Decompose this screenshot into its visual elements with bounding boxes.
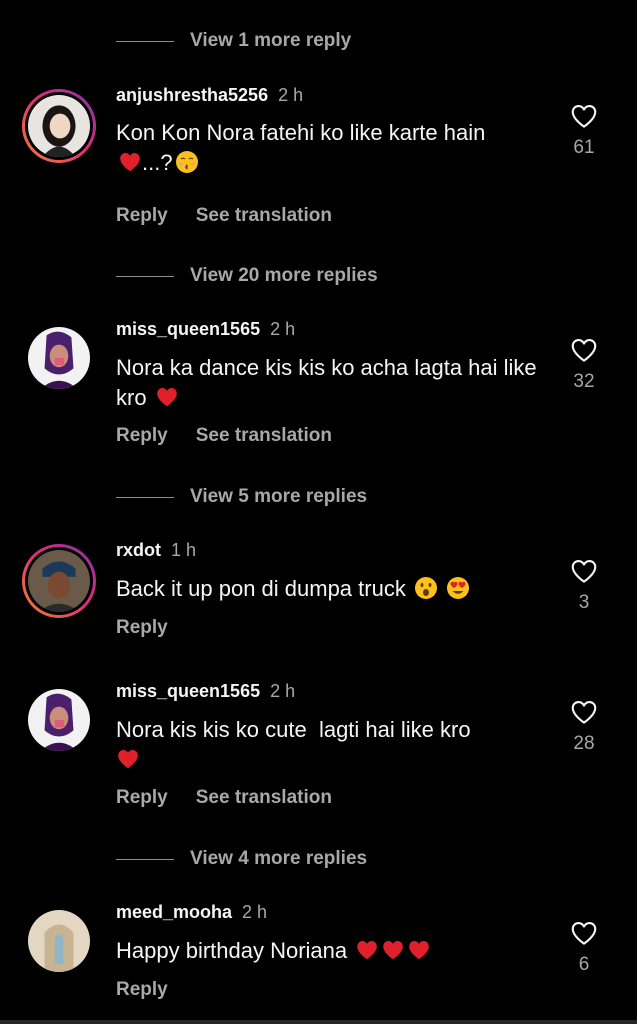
like-count: 61 [573, 137, 595, 158]
comment-actions: Reply See translation [116, 205, 332, 227]
avatar-image [28, 550, 90, 612]
comment-meta: miss_queen1565 2 h [116, 319, 295, 340]
red-heart-icon [118, 150, 142, 174]
username[interactable]: anjushrestha5256 [116, 85, 268, 106]
reply-button[interactable]: Reply [116, 425, 168, 447]
face-with-open-mouth-icon [414, 577, 437, 599]
username[interactable]: meed_mooha [116, 902, 232, 923]
avatar-image [28, 689, 90, 751]
see-translation-button[interactable]: See translation [196, 425, 332, 447]
divider-line [116, 496, 174, 498]
comment-meta: meed_mooha 2 h [116, 902, 267, 923]
reply-button[interactable]: Reply [116, 979, 168, 1001]
view-more-replies-4[interactable]: View 4 more replies [116, 844, 367, 874]
comment-text-body: Back it up pon di dumpa truck [116, 576, 406, 601]
see-translation-button[interactable]: See translation [196, 205, 332, 227]
heart-outline-icon[interactable] [569, 918, 599, 948]
see-translation-button[interactable]: See translation [196, 787, 332, 809]
avatar[interactable] [22, 321, 96, 395]
like-count: 6 [578, 954, 590, 975]
comment-text-line: Kon Kon Nora fatehi ko like karte hain [116, 120, 486, 145]
heart-outline-icon[interactable] [569, 101, 599, 131]
timestamp: 2 h [278, 85, 304, 105]
comment-actions: Reply [116, 617, 168, 639]
view-more-replies-5[interactable]: View 5 more replies [116, 482, 367, 512]
comment-text-body: Nora kis kis ko cute lagti hai like kro [116, 717, 471, 742]
avatar-image [28, 327, 90, 389]
bottom-divider [0, 1020, 637, 1024]
timestamp: 2 h [242, 902, 268, 922]
avatar[interactable] [22, 683, 96, 757]
like-control: 3 [564, 556, 604, 614]
view-more-replies-20[interactable]: View 20 more replies [116, 261, 378, 291]
heart-eyes-icon [447, 577, 470, 599]
avatar[interactable] [22, 544, 96, 618]
comment-meta: rxdot 1 h [116, 540, 196, 561]
comment-actions: Reply See translation [116, 787, 332, 809]
view-more-replies-1[interactable]: View 1 more reply [116, 26, 351, 56]
red-heart-icon [381, 938, 405, 962]
red-heart-icon [407, 938, 431, 962]
view-more-label: View 1 more reply [190, 30, 352, 51]
username[interactable]: miss_queen1565 [116, 319, 260, 340]
comment-actions: Reply [116, 979, 168, 1001]
timestamp: 2 h [270, 681, 296, 701]
like-control: 61 [564, 101, 604, 159]
comment-text: Nora kis kis ko cute lagti hai like kro [116, 715, 546, 775]
divider-line [116, 275, 174, 277]
like-control: 32 [564, 335, 604, 393]
red-heart-icon [355, 938, 379, 962]
comment-text-line-2: ...? [116, 148, 546, 178]
like-control: 6 [564, 918, 604, 976]
view-more-label: View 5 more replies [190, 486, 368, 507]
timestamp: 2 h [270, 319, 296, 339]
comment-text: Kon Kon Nora fatehi ko like karte hain .… [116, 118, 546, 178]
comment-text-body: Happy birthday Noriana [116, 938, 348, 963]
avatar[interactable] [22, 904, 96, 978]
username[interactable]: rxdot [116, 540, 161, 561]
reply-button[interactable]: Reply [116, 617, 168, 639]
heart-outline-icon[interactable] [569, 697, 599, 727]
like-count: 28 [573, 733, 595, 754]
view-more-label: View 4 more replies [190, 848, 368, 869]
like-count: 32 [573, 371, 595, 392]
avatar-image [28, 95, 90, 157]
comment-text: Nora ka dance kis kis ko acha lagta hai … [116, 353, 546, 413]
comment-text: Happy birthday Noriana [116, 936, 546, 966]
username[interactable]: miss_queen1565 [116, 681, 260, 702]
divider-line [116, 858, 174, 860]
comment-actions: Reply See translation [116, 425, 332, 447]
comment-meta: miss_queen1565 2 h [116, 681, 295, 702]
like-count: 3 [578, 592, 590, 613]
avatar-image [28, 910, 90, 972]
comment-text: Back it up pon di dumpa truck [116, 574, 546, 604]
heart-outline-icon[interactable] [569, 335, 599, 365]
like-control: 28 [564, 697, 604, 755]
divider-line [116, 40, 174, 42]
red-heart-icon [155, 385, 179, 409]
timestamp: 1 h [171, 540, 197, 560]
kissing-face-icon [175, 151, 198, 173]
reply-button[interactable]: Reply [116, 787, 168, 809]
red-heart-icon [116, 747, 140, 771]
heart-outline-icon[interactable] [569, 556, 599, 586]
avatar[interactable] [22, 89, 96, 163]
reply-button[interactable]: Reply [116, 205, 168, 227]
comment-text-suffix: ...? [142, 150, 173, 175]
comment-meta: anjushrestha5256 2 h [116, 85, 303, 106]
comment-text-body: Nora ka dance kis kis ko acha lagta hai … [116, 355, 537, 410]
view-more-label: View 20 more replies [190, 265, 378, 286]
